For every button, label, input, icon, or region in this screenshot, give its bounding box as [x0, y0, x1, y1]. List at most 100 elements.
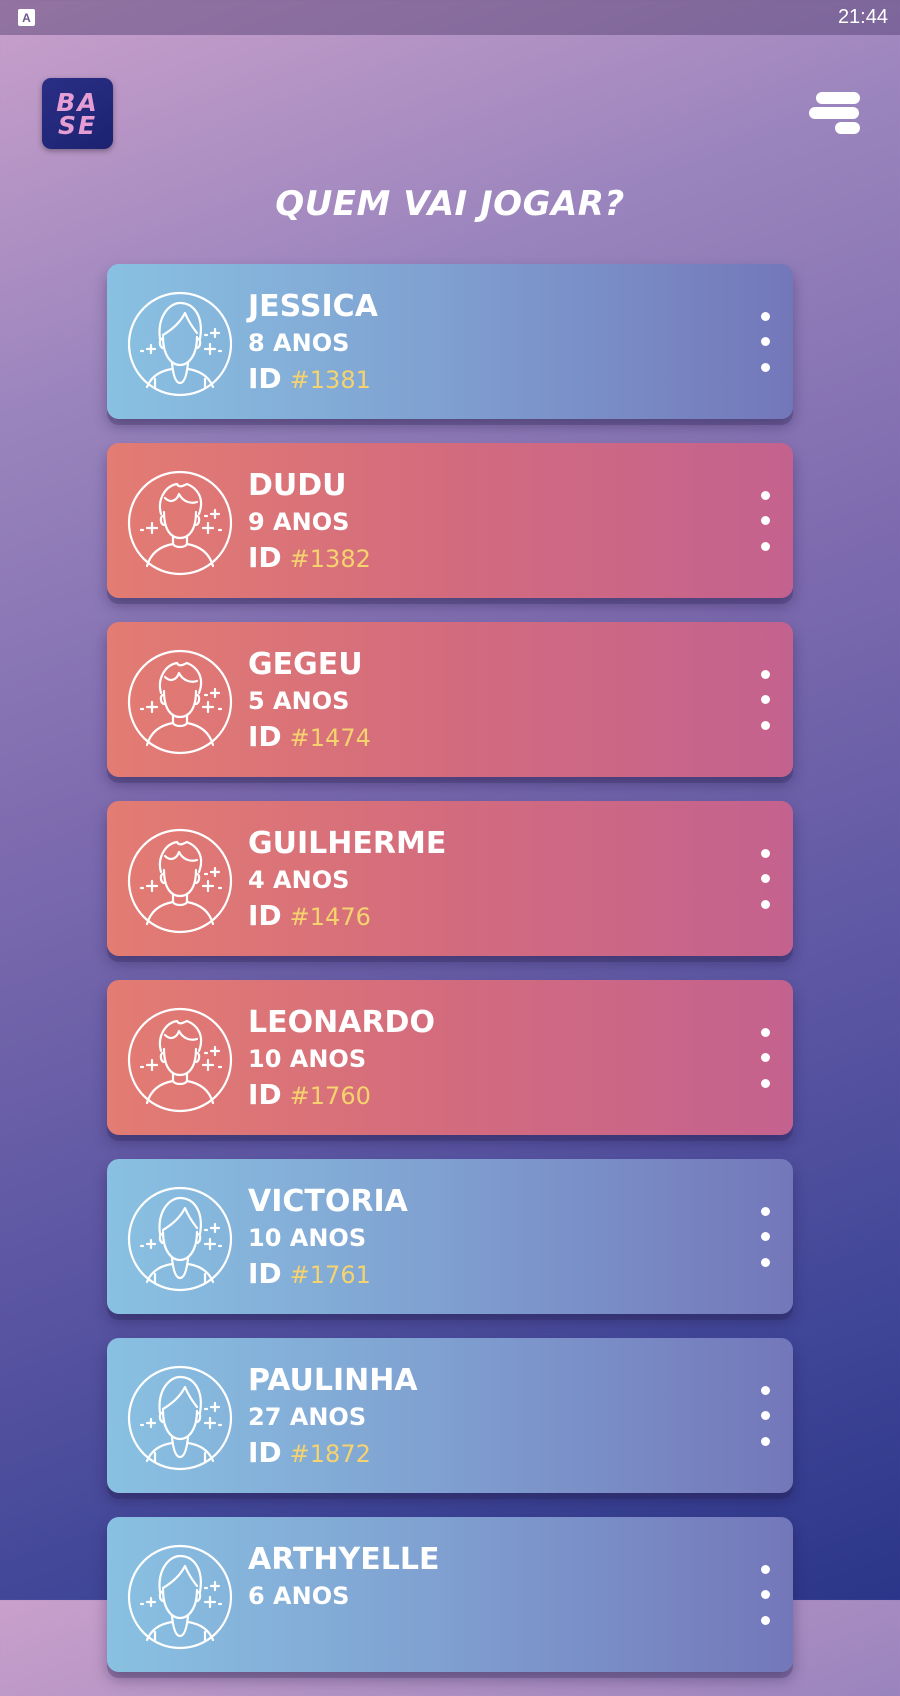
profile-id: ID #1474 [248, 718, 371, 757]
profile-card[interactable]: GUILHERME 4 ANOS ID #1476 [107, 801, 793, 956]
boy-avatar-icon [127, 649, 233, 755]
girl-avatar-icon [127, 1365, 233, 1471]
menu-bar-1 [816, 92, 860, 104]
profile-card[interactable]: PAULINHA 27 ANOS ID #1872 [107, 1338, 793, 1493]
profile-id: ID #1761 [248, 1255, 408, 1294]
boy-avatar-icon [127, 828, 233, 934]
profile-info: JESSICA 8 ANOS ID #1381 [248, 288, 378, 399]
more-options-dot [760, 516, 770, 525]
more-options-dot [760, 1232, 770, 1241]
profile-id-value: #1476 [289, 903, 371, 931]
profile-id-value: #1474 [289, 724, 371, 752]
profile-name: GEGEU [248, 647, 363, 682]
more-options-icon[interactable] [753, 848, 777, 909]
more-options-dot [760, 1206, 770, 1216]
profile-info: ARTHYELLE 6 ANOS [248, 1541, 439, 1613]
more-options-dot [760, 311, 770, 321]
more-options-icon[interactable] [753, 1206, 777, 1267]
profile-id: ID #1381 [248, 360, 378, 399]
more-options-dot [760, 1053, 770, 1062]
more-options-icon[interactable] [753, 1027, 777, 1088]
more-options-dot [760, 490, 770, 500]
profile-id-value: #1872 [289, 1440, 371, 1468]
more-options-dot [760, 1564, 770, 1574]
profile-name: GUILHERME [248, 826, 447, 861]
menu-bar-2 [809, 107, 859, 119]
more-options-dot [760, 1027, 770, 1037]
more-options-dot [760, 720, 770, 730]
profile-age: 8 ANOS [248, 329, 350, 357]
profile-info: GUILHERME 4 ANOS ID #1476 [248, 825, 446, 936]
more-options-dot [760, 1411, 770, 1420]
profile-id-label: ID [248, 1436, 282, 1469]
profile-name: JESSICA [248, 289, 378, 324]
profile-name: ARTHYELLE [248, 1542, 440, 1577]
profile-age: 4 ANOS [248, 866, 350, 894]
profile-id: ID #1760 [248, 1076, 435, 1115]
profile-age: 10 ANOS [248, 1224, 367, 1252]
more-options-dot [760, 362, 770, 372]
profile-id-label: ID [248, 720, 282, 753]
logo-line-2: SE [57, 110, 98, 140]
profile-name: PAULINHA [248, 1363, 418, 1398]
profile-name: LEONARDO [248, 1005, 435, 1040]
app-logo[interactable]: BA SE [42, 78, 113, 149]
profile-id-value: #1760 [289, 1082, 371, 1110]
profile-id-value: #1761 [289, 1261, 371, 1289]
profile-age: 5 ANOS [248, 687, 350, 715]
profile-card[interactable]: DUDU 9 ANOS ID #1382 [107, 443, 793, 598]
page-title: QUEM VAI JOGAR? [275, 184, 625, 224]
profile-info: DUDU 9 ANOS ID #1382 [248, 467, 371, 578]
more-options-dot [760, 337, 770, 346]
menu-button[interactable] [809, 90, 862, 138]
app-notification-icon: A [18, 9, 35, 26]
more-options-dot [760, 1257, 770, 1267]
girl-avatar-icon [127, 1544, 233, 1650]
profile-info: PAULINHA 27 ANOS ID #1872 [248, 1362, 418, 1473]
profile-id: ID #1382 [248, 539, 371, 578]
more-options-dot [760, 695, 770, 704]
more-options-dot [760, 1385, 770, 1395]
more-options-icon[interactable] [753, 311, 777, 372]
more-options-dot [760, 848, 770, 858]
status-bar: A 21:44 [0, 0, 900, 35]
profile-id-label: ID [248, 1257, 282, 1290]
profile-id-label: ID [248, 1078, 282, 1111]
profile-info: VICTORIA 10 ANOS ID #1761 [248, 1183, 408, 1294]
profile-card[interactable]: GEGEU 5 ANOS ID #1474 [107, 622, 793, 777]
profile-age: 10 ANOS [248, 1045, 367, 1073]
more-options-dot [760, 1078, 770, 1088]
more-options-icon[interactable] [753, 1385, 777, 1446]
profile-id-value: #1382 [289, 545, 371, 573]
profile-age: 9 ANOS [248, 508, 350, 536]
profile-card[interactable]: JESSICA 8 ANOS ID #1381 [107, 264, 793, 419]
profile-name: VICTORIA [248, 1184, 408, 1219]
profile-id-label: ID [248, 362, 282, 395]
girl-avatar-icon [127, 291, 233, 397]
profile-card[interactable]: ARTHYELLE 6 ANOS [107, 1517, 793, 1672]
profile-card[interactable]: LEONARDO 10 ANOS ID #1760 [107, 980, 793, 1135]
more-options-dot [760, 899, 770, 909]
status-time: 21:44 [837, 6, 888, 28]
more-options-dot [760, 669, 770, 679]
profile-id-value: #1381 [289, 366, 371, 394]
profile-info: GEGEU 5 ANOS ID #1474 [248, 646, 371, 757]
more-options-icon[interactable] [753, 669, 777, 730]
boy-avatar-icon [127, 1007, 233, 1113]
menu-bar-3 [835, 122, 860, 134]
profile-id-label: ID [248, 541, 282, 574]
more-options-icon[interactable] [753, 490, 777, 551]
more-options-dot [760, 1590, 770, 1599]
profile-id: ID #1872 [248, 1434, 418, 1473]
profile-id: ID #1476 [248, 897, 446, 936]
girl-avatar-icon [127, 1186, 233, 1292]
profile-card[interactable]: VICTORIA 10 ANOS ID #1761 [107, 1159, 793, 1314]
more-options-dot [760, 1615, 770, 1625]
more-options-icon[interactable] [753, 1564, 777, 1625]
boy-avatar-icon [127, 470, 233, 576]
profile-age: 27 ANOS [248, 1403, 367, 1431]
profile-id-label: ID [248, 899, 282, 932]
profile-name: DUDU [248, 468, 347, 503]
more-options-dot [760, 874, 770, 883]
profile-info: LEONARDO 10 ANOS ID #1760 [248, 1004, 435, 1115]
